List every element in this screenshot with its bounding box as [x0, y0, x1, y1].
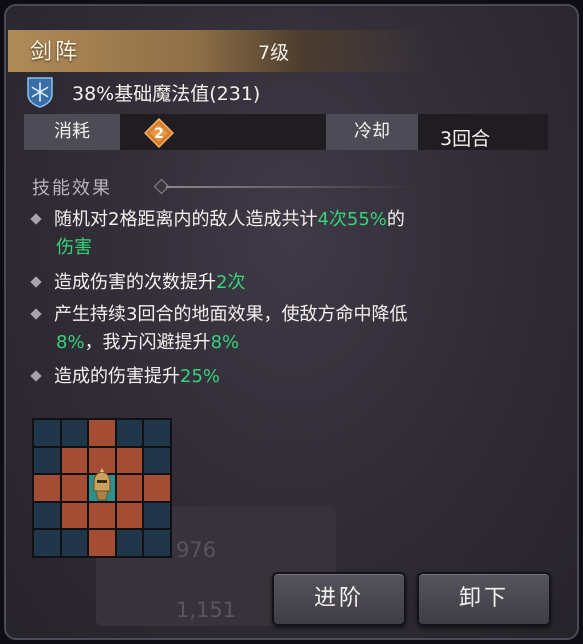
effect-item: 产生持续3回合的地面效果，使敌方命中降低 8%，我方闪避提升8%: [30, 301, 568, 357]
effect-highlight-value: 4次: [317, 209, 347, 230]
advance-button[interactable]: 进阶: [272, 572, 406, 626]
section-divider: [166, 186, 414, 188]
range-cell-empty: [61, 530, 88, 556]
effect-text: ，我方闪避提升: [84, 332, 211, 353]
effect-continuation: 伤害: [32, 234, 568, 262]
effect-item: 造成的伤害提升25%: [30, 363, 568, 391]
background-stat-2: 1,151: [176, 598, 237, 622]
range-cell-hit: [61, 475, 88, 501]
golden-helmet-icon: [93, 468, 111, 501]
range-cell-hit: [89, 530, 115, 556]
range-grid: [32, 418, 172, 558]
range-cell-hit: [34, 475, 60, 501]
range-cell-hit: [89, 502, 115, 529]
range-cell-empty: [144, 502, 170, 529]
range-cell-empty: [34, 502, 60, 529]
range-cell-hit: [116, 475, 143, 501]
effect-continuation: 8%，我方闪避提升8%: [32, 329, 568, 357]
effect-text: 产生持续3回合的地面效果，使敌方命中降低: [54, 304, 408, 325]
range-cell-empty: [144, 447, 170, 474]
unequip-button[interactable]: 卸下: [417, 572, 551, 626]
range-cell-empty: [116, 530, 143, 556]
range-cell-origin: [89, 468, 115, 501]
background-stat-1: 976: [176, 538, 217, 562]
range-cell-hit: [61, 447, 88, 474]
range-cell-empty: [61, 420, 88, 446]
cooldown-label: 冷却: [326, 114, 418, 150]
range-cell-hit: [116, 502, 143, 529]
range-cell-hit: [89, 420, 115, 446]
effect-highlight-value: 8%: [210, 332, 240, 353]
range-cell-hit: [61, 502, 88, 529]
effect-item: 随机对2格距离内的敌人造成共计4次55%的伤害: [30, 206, 568, 262]
effects-title: 技能效果: [32, 178, 112, 199]
range-cell-empty: [144, 420, 170, 446]
bullet-diamond-icon: [30, 213, 42, 225]
effect-item: 造成伤害的次数提升2次: [30, 269, 568, 297]
effect-text: 的: [386, 209, 405, 230]
range-cell-empty: [34, 420, 60, 446]
cost-value: 2: [154, 126, 164, 142]
range-cell-hit: [116, 447, 143, 474]
effect-text: 造成伤害的次数提升: [54, 272, 216, 293]
cost-label: 消耗: [24, 114, 120, 150]
effect-highlight-value: 8%: [56, 332, 85, 353]
scaling-text: 38%基础魔法值(231): [72, 83, 261, 105]
range-cell-empty: [34, 530, 60, 556]
snowflake-shield-icon: [27, 77, 53, 108]
effect-text: 造成的伤害提升: [54, 366, 180, 387]
effect-highlight-value: 25%: [180, 366, 221, 387]
effect-text: 随机对2格距离内的敌人造成共计: [54, 209, 318, 230]
orange-diamond-icon: 2: [144, 118, 174, 148]
effect-highlight-value: 伤害: [56, 237, 92, 258]
effect-highlight-value: 2次: [216, 272, 246, 293]
skill-level: 7级: [258, 42, 290, 64]
bullet-diamond-icon: [30, 276, 42, 288]
bullet-diamond-icon: [30, 370, 42, 382]
skill-name: 剑阵: [30, 40, 81, 65]
range-cell-empty: [144, 530, 170, 556]
cooldown-value: 3回合: [440, 128, 491, 150]
range-cell-empty: [116, 420, 143, 446]
skill-tooltip-panel: 976 1,151 剑阵 7级 38%基础魔法值(231) 消耗 2 冷却 3回…: [4, 4, 579, 640]
range-cell-empty: [34, 447, 60, 474]
effect-highlight-value: 55%: [346, 209, 387, 230]
range-cell-hit: [144, 475, 170, 501]
bullet-diamond-icon: [30, 308, 42, 320]
